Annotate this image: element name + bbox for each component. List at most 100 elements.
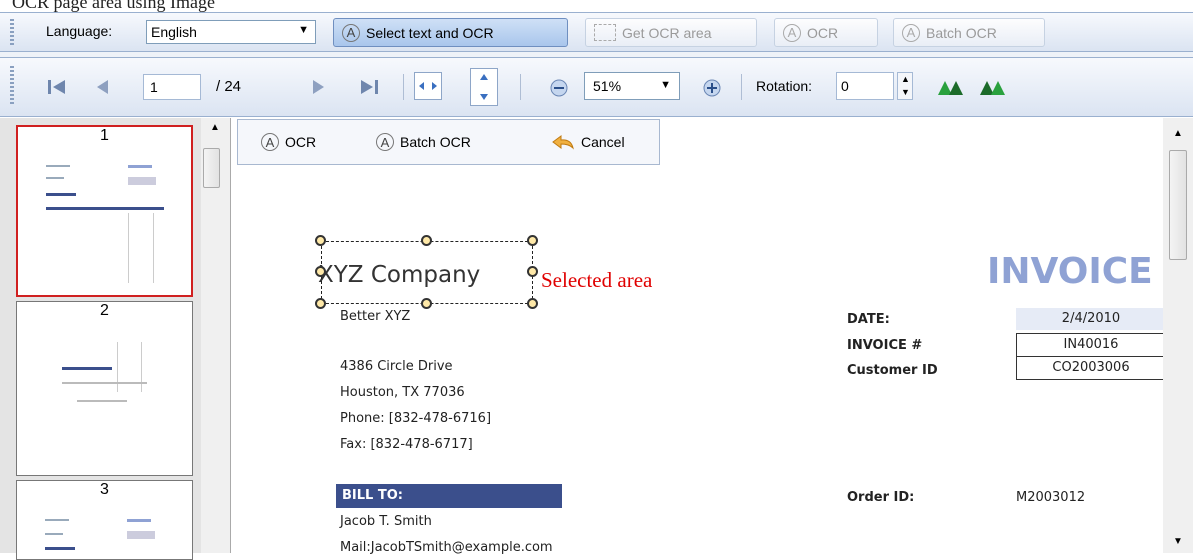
address-line-2: Houston, TX 77036 [340, 385, 465, 400]
document-scrollbar[interactable]: ▲ ▼ [1163, 118, 1193, 553]
ocr-icon: A [261, 133, 279, 151]
thumbnail-number: 2 [100, 302, 109, 319]
area-ocr-button[interactable]: A OCR [253, 128, 343, 156]
zoom-out-button[interactable] [547, 76, 571, 100]
area-ocr-label: OCR [285, 134, 317, 150]
fit-width-button[interactable] [414, 72, 442, 100]
date-value: 2/4/2010 [1016, 308, 1166, 330]
resize-handle-right[interactable] [527, 266, 538, 277]
last-page-button[interactable] [352, 74, 386, 100]
area-cancel-button[interactable]: Cancel [543, 128, 653, 156]
toolbar-grip[interactable] [10, 19, 14, 45]
date-label: DATE: [847, 312, 890, 327]
bill-to-header: BILL TO: [336, 484, 562, 508]
ocr-toolbar: Language: English ▼ A Select text and OC… [0, 12, 1193, 52]
batch-ocr-icon: A [376, 133, 394, 151]
invoice-number-value: IN40016 [1016, 333, 1166, 357]
rotate-left-icon [938, 81, 963, 95]
resize-handle-top-right[interactable] [527, 235, 538, 246]
caption-text: OCR page area using Image [12, 0, 215, 12]
page-number-value: 1 [150, 79, 158, 95]
zoom-out-icon [550, 79, 568, 97]
rotation-spinner[interactable]: ▲ ▼ [897, 72, 913, 100]
scrollbar-thumb[interactable] [1169, 150, 1187, 260]
area-select-icon [594, 24, 616, 41]
select-text-ocr-label: Select text and OCR [366, 24, 494, 41]
customer-id-label: Customer ID [847, 363, 938, 378]
scroll-up-icon[interactable]: ▲ [210, 122, 220, 133]
rotation-input[interactable]: 0 [836, 72, 894, 100]
resize-handle-bottom-right[interactable] [527, 298, 538, 309]
language-label: Language: [46, 23, 113, 39]
bill-to-name: Jacob T. Smith [340, 514, 432, 529]
batch-ocr-button[interactable]: A Batch OCR [893, 18, 1045, 47]
page-number-input[interactable]: 1 [143, 74, 201, 100]
address-line-1: 4386 Circle Drive [340, 359, 453, 374]
resize-handle-left[interactable] [315, 266, 326, 277]
rotation-label: Rotation: [756, 78, 813, 94]
language-select[interactable]: English ▼ [146, 20, 316, 44]
order-id-label: Order ID: [847, 490, 915, 505]
resize-handle-bottom[interactable] [421, 298, 432, 309]
select-text-ocr-button[interactable]: A Select text and OCR [333, 18, 568, 47]
dropdown-arrow-icon: ▼ [660, 79, 671, 91]
document-viewer: A OCR A Batch OCR Cancel XYZ Company Bet… [232, 118, 1193, 555]
thumbnail-number: 3 [100, 481, 109, 498]
cancel-arrow-icon [552, 135, 574, 150]
invoice-title: INVOICE [987, 251, 1153, 292]
zoom-select[interactable]: 51% ▼ [584, 72, 680, 100]
customer-id-value: CO2003006 [1016, 356, 1166, 380]
navigation-toolbar: 1 / 24 51% ▼ Rotation: 0 ▲ ▼ [0, 57, 1193, 117]
fit-width-icon [419, 82, 437, 90]
order-id-value: M2003012 [1016, 490, 1086, 505]
invoice-number-label: INVOICE # [847, 338, 923, 353]
thumbnail-scrollbar[interactable]: ▲ [201, 118, 230, 553]
area-ocr-toolbar: A OCR A Batch OCR Cancel [237, 119, 660, 165]
toolbar-grip-2[interactable] [10, 66, 14, 106]
rotate-right-button[interactable] [975, 74, 1009, 100]
resize-handle-bottom-left[interactable] [315, 298, 326, 309]
previous-page-icon [97, 80, 108, 94]
fit-height-button[interactable] [470, 68, 498, 106]
ocr-button[interactable]: A OCR [774, 18, 878, 47]
fit-height-icon [480, 74, 488, 100]
thumbnail-pane: 1 2 3 ▲ [0, 118, 231, 560]
previous-page-button[interactable] [88, 74, 116, 100]
page-total: / 24 [216, 78, 242, 95]
resize-handle-top-left[interactable] [315, 235, 326, 246]
caption-strip: OCR page area using Image [0, 0, 1193, 12]
ocr-label: OCR [807, 24, 839, 41]
scrollbar-thumb[interactable] [203, 148, 220, 188]
spinner-down-icon[interactable]: ▼ [901, 87, 910, 97]
scroll-down-icon[interactable]: ▼ [1173, 536, 1183, 547]
rotate-right-icon [980, 81, 1005, 95]
spinner-up-icon[interactable]: ▲ [901, 74, 910, 84]
scroll-up-icon[interactable]: ▲ [1173, 128, 1183, 139]
fax: Fax: [832-478-6717] [340, 437, 473, 452]
area-cancel-label: Cancel [581, 134, 625, 150]
resize-handle-top[interactable] [421, 235, 432, 246]
separator [741, 74, 742, 100]
get-ocr-area-button[interactable]: Get OCR area [585, 18, 757, 47]
thumbnail-page-2[interactable]: 2 [16, 301, 193, 476]
dropdown-arrow-icon: ▼ [298, 24, 309, 36]
next-page-button[interactable] [305, 74, 333, 100]
selection-rectangle[interactable] [321, 241, 533, 304]
first-page-button[interactable] [40, 74, 74, 100]
first-page-icon [48, 80, 65, 94]
batch-ocr-icon: A [902, 23, 920, 42]
ocr-select-icon: A [342, 23, 360, 42]
last-page-icon [361, 80, 378, 94]
selected-area-label: Selected area [541, 268, 653, 292]
thumbnail-page-1[interactable]: 1 [16, 125, 193, 297]
batch-ocr-label: Batch OCR [926, 24, 997, 41]
rotate-left-button[interactable] [933, 74, 967, 100]
zoom-in-button[interactable] [700, 76, 724, 100]
thumbnail-page-3[interactable]: 3 [16, 480, 193, 560]
company-tagline: Better XYZ [340, 309, 411, 324]
rotation-value: 0 [841, 78, 849, 94]
language-value: English [151, 24, 197, 40]
ocr-icon: A [783, 23, 801, 42]
area-batch-ocr-button[interactable]: A Batch OCR [368, 128, 518, 156]
next-page-icon [313, 80, 324, 94]
